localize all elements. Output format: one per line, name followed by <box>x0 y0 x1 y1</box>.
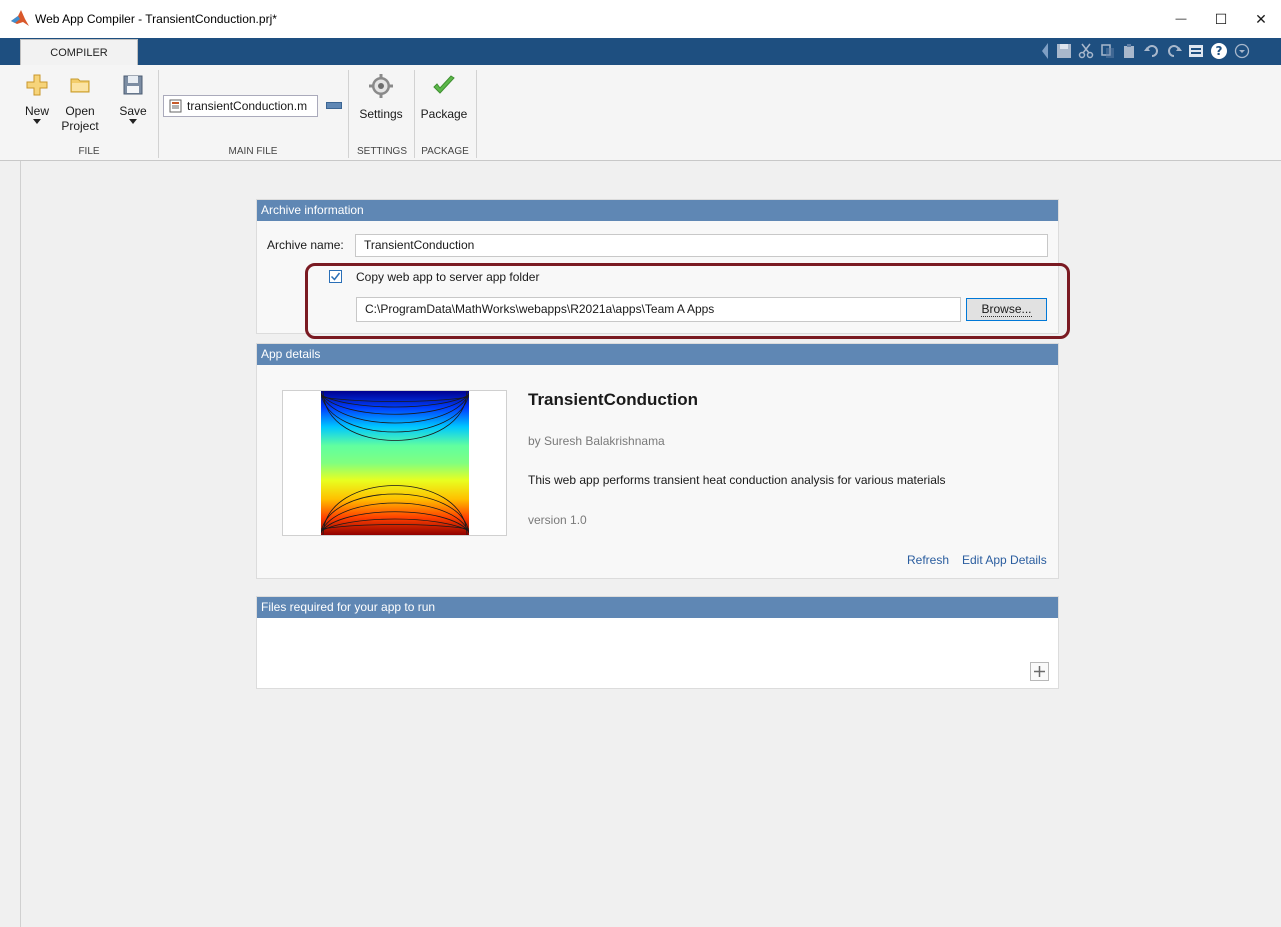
heat-map-image <box>321 391 469 535</box>
undo-icon[interactable] <box>1144 43 1160 59</box>
ribbon-separator <box>348 70 349 158</box>
open-label-project: Project <box>61 119 99 133</box>
tab-compiler[interactable]: COMPILER <box>20 39 138 66</box>
open-project-button[interactable]: Open Project <box>52 74 108 134</box>
edit-app-details-link[interactable]: Edit App Details <box>962 553 1047 567</box>
group-label-file: FILE <box>78 146 100 157</box>
gear-icon <box>369 74 393 98</box>
help-icon[interactable]: ? <box>1210 42 1228 60</box>
toolbar-grip-icon <box>1042 43 1048 59</box>
app-description: This web app performs transient heat con… <box>528 473 946 487</box>
tab-compiler-label: COMPILER <box>50 47 108 59</box>
m-file-icon <box>169 99 182 113</box>
highlight-annotation <box>305 263 1070 339</box>
archive-name-input[interactable]: TransientConduction <box>355 234 1048 257</box>
matlab-logo-icon <box>11 10 29 26</box>
group-label-settings: SETTINGS <box>356 146 407 157</box>
close-button[interactable]: ✕ <box>1241 0 1281 38</box>
minimize-button[interactable]: — <box>1161 0 1201 38</box>
save-icon <box>123 75 143 95</box>
redo-icon[interactable] <box>1166 43 1182 59</box>
save-icon[interactable] <box>1056 43 1072 59</box>
main-file-value: transientConduction.m <box>187 99 308 113</box>
ribbon-separator <box>414 70 415 158</box>
copy-icon[interactable] <box>1100 43 1116 59</box>
main-file-field[interactable]: transientConduction.m <box>163 95 318 117</box>
layout-icon[interactable] <box>1188 43 1204 59</box>
files-required-panel: Files required for your app to run <box>256 596 1059 689</box>
collapse-ribbon-icon[interactable] <box>1272 142 1280 150</box>
chevron-down-icon <box>129 119 137 124</box>
files-required-header: Files required for your app to run <box>257 597 1058 618</box>
maximize-icon: ☐ <box>1214 10 1228 27</box>
remove-main-file-button[interactable] <box>326 102 342 109</box>
settings-label: Settings <box>359 107 403 121</box>
app-screenshot <box>282 390 507 536</box>
save-button[interactable]: Save <box>118 74 148 125</box>
chevron-down-icon <box>33 119 41 124</box>
app-author: by Suresh Balakrishnama <box>528 434 665 448</box>
paste-icon[interactable] <box>1122 43 1138 59</box>
new-label: New <box>24 104 49 118</box>
title-bar: Web App Compiler - TransientConduction.p… <box>0 0 1281 38</box>
save-label: Save <box>119 104 147 118</box>
close-icon: ✕ <box>1255 10 1267 27</box>
ribbon-separator <box>158 70 159 158</box>
package-button[interactable]: Package <box>418 74 470 122</box>
settings-button[interactable]: Settings <box>355 74 407 122</box>
ribbon-separator <box>476 70 477 158</box>
maximize-button[interactable]: ☐ <box>1201 0 1241 38</box>
app-details-header: App details <box>257 344 1058 365</box>
cut-icon[interactable] <box>1078 43 1094 59</box>
plus-icon <box>1034 666 1045 677</box>
plus-icon <box>26 74 48 96</box>
quick-access-toolbar: ? <box>1040 40 1250 62</box>
archive-name-label: Archive name: <box>267 238 344 252</box>
refresh-link[interactable]: Refresh <box>907 553 949 567</box>
chevron-down-icon[interactable] <box>1234 43 1250 59</box>
folder-icon <box>70 78 90 93</box>
svg-text:?: ? <box>1216 44 1223 58</box>
add-file-button[interactable] <box>1030 662 1049 681</box>
app-name: TransientConduction <box>528 390 698 409</box>
new-button[interactable]: New <box>24 74 50 125</box>
checkmark-icon <box>433 75 455 94</box>
minimize-icon: — <box>1175 13 1187 25</box>
archive-panel-header: Archive information <box>257 200 1058 221</box>
group-label-main-file: MAIN FILE <box>228 146 278 157</box>
window-title: Web App Compiler - TransientConduction.p… <box>35 12 277 26</box>
app-version: version 1.0 <box>528 513 587 527</box>
group-label-package: PACKAGE <box>421 146 469 157</box>
package-label: Package <box>420 107 468 121</box>
open-label: Open <box>65 104 95 118</box>
